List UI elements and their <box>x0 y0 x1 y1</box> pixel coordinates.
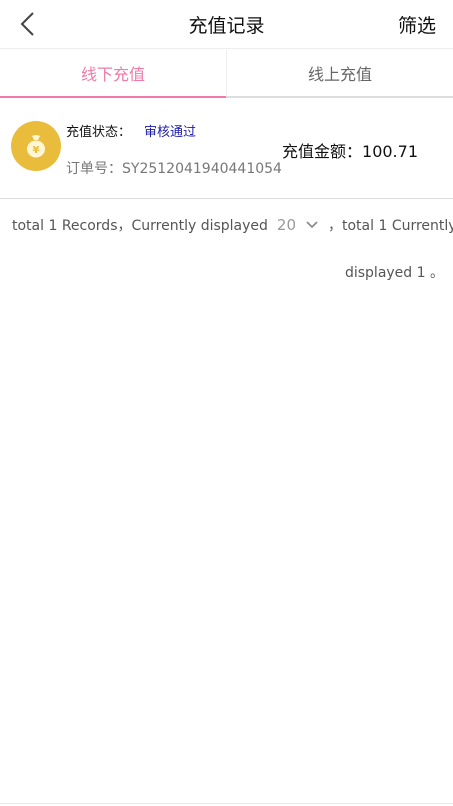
chevron-down-icon <box>306 221 318 229</box>
order-number: SY2512041940441054 <box>122 161 282 177</box>
pagination-text-after: ，total 1 Currently <box>328 218 453 234</box>
status-value: 审核通过 <box>144 125 197 140</box>
order-label: 订单号： <box>66 161 122 177</box>
order-number-line: 订单号：SY2512041940441054 <box>66 158 282 178</box>
header-bar: 充值记录 筛选 <box>0 0 453 49</box>
page-size-value: 20 <box>276 216 296 234</box>
money-bag-yuan-icon: ¥ <box>11 121 61 171</box>
amount-line: 充值金额：100.71 <box>282 138 418 162</box>
page-title: 充值记录 <box>188 15 265 37</box>
tab-online-recharge[interactable]: 线上充值 <box>226 50 453 96</box>
recharge-records-page: 充值记录 筛选 线下充值 线上充值 ¥ 充值状态： 审核通过 订单号：SY251… <box>0 0 453 806</box>
amount-label: 充值金额： <box>282 142 363 161</box>
pagination-summary: total 1 Records，Currently displayed 20 ，… <box>12 214 453 236</box>
recharge-record-item[interactable]: ¥ 充值状态： 审核通过 订单号：SY2512041940441054 充值金额… <box>0 99 453 199</box>
filter-button[interactable]: 筛选 <box>398 11 436 38</box>
amount-value: 100.71 <box>362 142 418 161</box>
status-label: 充值状态： <box>66 125 132 140</box>
pagination-text-before: total 1 Records，Currently displayed <box>12 218 268 234</box>
page-size-select[interactable]: 20 <box>277 216 318 234</box>
tab-offline-recharge[interactable]: 线下充值 <box>0 50 226 98</box>
pagination-text-line2: displayed 1 。 <box>344 265 444 281</box>
svg-text:¥: ¥ <box>33 145 40 156</box>
bottom-divider <box>0 803 453 804</box>
recharge-type-tabs: 线下充值 线上充值 <box>0 50 453 98</box>
